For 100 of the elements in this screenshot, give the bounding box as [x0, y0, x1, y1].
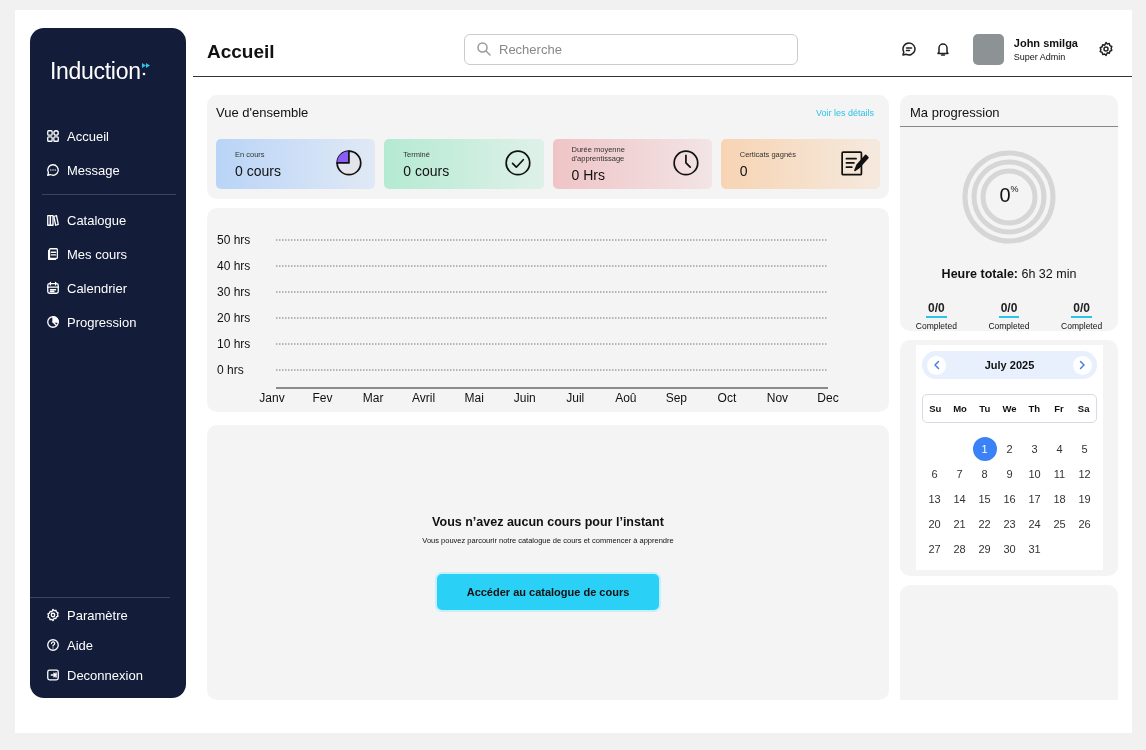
y-axis-label: 40 hrs: [217, 259, 251, 273]
calendar-day[interactable]: 31: [1022, 537, 1047, 561]
help-icon: [46, 638, 60, 652]
certificate-icon: [840, 149, 870, 179]
calendar-day[interactable]: 28: [947, 537, 972, 561]
empty-state-title: Vous n’avez aucun cours pour l’instant: [432, 515, 664, 529]
calendar-day[interactable]: 29: [972, 537, 997, 561]
calendar-day[interactable]: 5: [1072, 437, 1097, 461]
weekday-label: Th: [1027, 403, 1041, 414]
calendar-day[interactable]: 9: [997, 462, 1022, 486]
calendar-day[interactable]: 30: [997, 537, 1022, 561]
sidebar-item[interactable]: Progression: [46, 305, 137, 339]
weekday-label: Mo: [952, 403, 968, 414]
calendar-day[interactable]: 25: [1047, 512, 1072, 536]
stat-label: Completed: [1061, 321, 1103, 331]
grid-icon: [46, 129, 60, 143]
calendar-day[interactable]: 26: [1072, 512, 1097, 536]
calendar-day[interactable]: 22: [972, 512, 997, 536]
x-axis-label: Sep: [665, 391, 688, 405]
x-axis-label: Aoû: [615, 391, 637, 405]
stat-value: 0 cours: [235, 162, 282, 179]
calendar-day[interactable]: 3: [1022, 437, 1047, 461]
logo-text: Induction: [50, 58, 141, 85]
search-field[interactable]: Recherche: [464, 33, 798, 65]
calendar-day[interactable]: 17: [1022, 487, 1047, 511]
stat-value: 0 cours: [403, 162, 451, 179]
logo-mark-icon: [140, 62, 151, 76]
stat-value: 0/0: [925, 301, 947, 318]
x-axis-label: Janv: [259, 391, 285, 405]
x-axis-label: Juin: [513, 391, 536, 405]
y-axis-label: 20 hrs: [217, 311, 251, 325]
calendar-day[interactable]: 18: [1047, 487, 1072, 511]
books-icon: [46, 213, 60, 227]
calendar-day[interactable]: 20: [922, 512, 947, 536]
sidebar-item[interactable]: Accueil: [46, 119, 109, 153]
sidebar-item[interactable]: Calendrier: [46, 271, 127, 305]
y-axis-label: 0 hrs: [217, 363, 244, 377]
catalogue-button[interactable]: Accéder au catalogue de cours: [435, 572, 661, 612]
calendar-day[interactable]: 4: [1047, 437, 1072, 461]
next-month-button[interactable]: [1073, 355, 1092, 375]
month-label: July 2025: [984, 359, 1035, 371]
calendar-icon: [46, 281, 60, 295]
stat-value: 0/0: [998, 301, 1020, 318]
sidebar-item[interactable]: Deconnexion: [46, 660, 143, 690]
page-title: Accueil: [207, 41, 276, 63]
logout-icon: [46, 668, 60, 682]
weekday-label: Sa: [1076, 403, 1091, 414]
stat-value: 0: [739, 162, 749, 179]
calendar-day[interactable]: 6: [922, 462, 947, 486]
weekday-label: Tu: [978, 403, 992, 414]
calendar-day[interactable]: 21: [947, 512, 972, 536]
x-axis-label: Juil: [566, 391, 585, 405]
calendar-day[interactable]: 23: [997, 512, 1022, 536]
sidebar-item[interactable]: Catalogue: [46, 203, 127, 237]
calendar-day[interactable]: 14: [947, 487, 972, 511]
user-role: Super Admin: [1013, 51, 1067, 62]
calendar-day[interactable]: 16: [997, 487, 1022, 511]
progress-percent: 0$^{%}$: [998, 184, 1020, 207]
x-axis-label: Mar: [362, 391, 384, 405]
sidebar-item[interactable]: Paramètre: [46, 600, 128, 630]
document-icon: [46, 247, 60, 261]
chat-icon: [46, 163, 60, 177]
stat-value: 0 Hrs: [571, 167, 606, 183]
calendar-day[interactable]: 7: [947, 462, 972, 486]
x-axis-label: Dec: [817, 391, 839, 405]
weekday-label: Fr: [1053, 403, 1065, 414]
bell-icon: [934, 41, 951, 57]
user-name: John smilga: [1013, 36, 1078, 49]
sidebar-item[interactable]: Mes cours: [46, 237, 127, 271]
calendar-day[interactable]: 15: [972, 487, 997, 511]
chevron-left-icon: [931, 360, 942, 370]
calendar-day[interactable]: 1: [972, 437, 997, 461]
section-title: Vue d'ensemble: [216, 105, 309, 120]
calendar-day[interactable]: 2: [997, 437, 1022, 461]
settings-icon: [1098, 41, 1114, 57]
search-icon: [476, 40, 492, 57]
sidebar-item[interactable]: Message: [46, 153, 120, 187]
x-axis-label: Nov: [766, 391, 789, 405]
calendar-day[interactable]: 19: [1072, 487, 1097, 511]
calendar-day[interactable]: 12: [1072, 462, 1097, 486]
settings-icon: [46, 608, 60, 622]
pie-chart-icon: [46, 315, 60, 329]
avatar-photo-placeholder: [972, 33, 1004, 65]
calendar-day[interactable]: 10: [1022, 462, 1047, 486]
y-axis-label: 10 hrs: [217, 337, 251, 351]
calendar-day[interactable]: 11: [1047, 462, 1072, 486]
calendar-day[interactable]: 24: [1022, 512, 1047, 536]
x-axis-label: Mai: [464, 391, 484, 405]
sidebar-item[interactable]: Aide: [46, 630, 94, 660]
check-circle-icon: [503, 149, 534, 179]
calendar-day[interactable]: 13: [922, 487, 947, 511]
calendar-day[interactable]: 8: [972, 462, 997, 486]
stat-label: Completed: [915, 321, 957, 331]
y-axis-label: 50 hrs: [217, 233, 251, 247]
stat-value: 0/0: [1071, 301, 1092, 318]
calendar-day[interactable]: 27: [922, 537, 947, 561]
stat-label: Completed: [988, 321, 1030, 331]
previous-month-button[interactable]: [927, 355, 946, 375]
x-axis-label: Oct: [717, 391, 737, 405]
y-axis-label: 30 hrs: [217, 285, 251, 299]
